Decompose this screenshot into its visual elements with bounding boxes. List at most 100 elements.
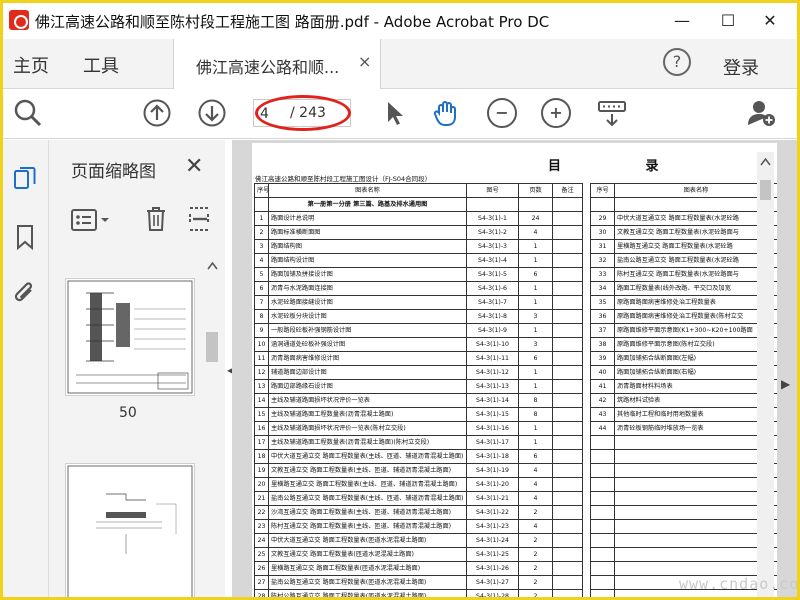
table-cell: 2	[518, 589, 553, 597]
table-cell	[590, 505, 615, 520]
table-row: 10 涵洞通道处砼板补强设计图 S4-3(1)-10 3	[254, 337, 583, 352]
table-cell: 35	[590, 295, 615, 310]
document-scroll-thumb[interactable]	[760, 180, 771, 200]
table-cell: S4-3(1)-18	[466, 449, 519, 464]
navigation-rail	[3, 140, 49, 597]
table-cell	[552, 295, 583, 310]
table-cell: 16	[254, 421, 269, 436]
table-cell: 辅道路面边部设计图	[268, 365, 467, 380]
table-cell: 9	[254, 323, 269, 338]
table-cell: 2	[518, 561, 553, 576]
table-cell: 41	[590, 379, 615, 394]
zoom-out-button[interactable]: −	[487, 98, 517, 128]
page-number-input[interactable]	[260, 104, 288, 124]
table-cell: 原路面路面病害维修处治工程数量表	[614, 295, 777, 310]
close-panel-button[interactable]: ✕	[185, 154, 203, 179]
thumbnail-panel-title: 页面缩略图	[71, 162, 156, 182]
table-cell: 10	[254, 337, 269, 352]
table-cell: S4-3(1)-28	[466, 589, 519, 597]
table-row: 15 主线及辅道路面工程数量表(沥青混凝土路面) S4-3(1)-15 8	[254, 407, 583, 422]
tab-document[interactable]: 佛江高速公路和顺... ×	[173, 39, 381, 89]
table-cell: 文教互通立交 路面工程数量表(主线、匝道、辅道沥青混凝土路面)	[268, 463, 467, 478]
toc-table-right-body: 序号 图表名称 29 中伏大道互通立交 路面工程数量表(水泥砼路 30 文教互通立交 路面…	[590, 183, 777, 597]
page-thumbnail[interactable]	[65, 278, 195, 396]
table-cell: S4-3(1)-14	[466, 393, 519, 408]
next-page-icon[interactable]	[197, 98, 227, 128]
table-cell: 路面边部路缘石设计图	[268, 379, 467, 394]
menu-bar: 主页 工具 佛江高速公路和顺... × ? 登录	[3, 39, 797, 89]
table-cell	[552, 309, 583, 324]
title-bar: 佛江高速公路和顺至陈村段工程施工图 路面册.pdf - Adobe Acroba…	[3, 3, 797, 39]
table-cell: 2	[518, 575, 553, 590]
table-cell: S4-3(1)-8	[466, 309, 519, 324]
minimize-button[interactable]: —	[659, 6, 705, 36]
previous-page-icon[interactable]	[142, 98, 172, 128]
document-scrollbar[interactable]	[757, 152, 774, 597]
toc-table-right: 序号 图表名称 29 中伏大道互通立交 路面工程数量表(水泥砼路 30 文教互通立交 路面…	[590, 183, 777, 597]
table-cell: 1	[518, 295, 553, 310]
table-cell	[590, 533, 615, 548]
table-cell: 26	[254, 561, 269, 576]
close-tab-button[interactable]: ×	[358, 52, 371, 71]
table-header-row: 序号 图表名称	[590, 183, 777, 198]
thumbnail-drawing	[67, 465, 193, 597]
table-cell: 23	[254, 519, 269, 534]
table-cell: 图表名称	[268, 183, 467, 198]
table-cell	[590, 547, 615, 562]
table-cell: 4	[518, 463, 553, 478]
hand-tool-icon[interactable]	[431, 98, 461, 128]
thumbnail-scrollbar[interactable]	[204, 258, 221, 597]
table-cell: S4-3(1)-15	[466, 407, 519, 422]
table-cell	[552, 379, 583, 394]
maximize-button[interactable]: ☐	[705, 6, 751, 36]
table-cell	[552, 351, 583, 366]
table-cell	[466, 197, 519, 212]
table-cell	[518, 197, 553, 212]
document-viewer[interactable]: 目 录 佛江高速公路和顺至陈村段工程施工图设计（FJ-S04合同段） 序号 图表名…	[232, 140, 797, 597]
table-cell: S4-3(1)-20	[466, 477, 519, 492]
thumbnail-scroll-thumb[interactable]	[206, 332, 218, 362]
table-row	[590, 491, 777, 506]
bookmark-icon[interactable]	[12, 224, 38, 250]
page-thumbnail[interactable]	[65, 463, 195, 597]
login-button[interactable]: 登录	[723, 54, 759, 80]
table-cell: 28	[254, 589, 269, 597]
add-user-icon[interactable]	[747, 98, 777, 128]
attachment-icon[interactable]	[12, 280, 38, 306]
table-cell: 11	[254, 351, 269, 366]
page-thumbnails-icon[interactable]	[12, 166, 38, 192]
expand-right-panel-icon[interactable]: ▶	[781, 377, 790, 391]
table-cell: S4-3(1)-19	[466, 463, 519, 478]
thumbnail-options-icon[interactable]	[71, 208, 115, 234]
help-icon[interactable]: ?	[663, 48, 691, 76]
keyboard-download-icon[interactable]	[597, 98, 627, 128]
extract-page-icon[interactable]	[187, 206, 213, 232]
table-row	[590, 505, 777, 520]
table-cell	[614, 561, 777, 576]
table-cell	[552, 365, 583, 380]
table-cell: S4-3(1)-24	[466, 533, 519, 548]
table-cell: 8	[518, 393, 553, 408]
table-cell: 8	[518, 407, 553, 422]
zoom-search-icon[interactable]	[13, 98, 43, 128]
table-cell: 1	[518, 365, 553, 380]
table-row: 9 一般路段砼板补强钢筋设计图 S4-3(1)-9 1	[254, 323, 583, 338]
table-cell: 原路面维修平面示意图(陈村立交段)	[614, 337, 777, 352]
toc-heading: 目 录	[548, 159, 699, 174]
table-cell: S4-3(1)-16	[466, 421, 519, 436]
zoom-in-button[interactable]: +	[541, 98, 571, 128]
table-cell: 序号	[254, 183, 269, 198]
tab-home[interactable]: 主页	[13, 52, 49, 78]
table-cell: 盐南公路互通立交 路面工程数量表(水泥砼路	[614, 253, 777, 268]
table-cell: 39	[590, 351, 615, 366]
close-window-button[interactable]: ✕	[747, 6, 793, 36]
scroll-up-icon[interactable]	[760, 158, 771, 166]
tab-tools[interactable]: 工具	[83, 52, 119, 78]
scroll-up-icon[interactable]	[207, 262, 218, 270]
table-row: 23 陈村互通立交 路面工程数量表(主线、匝道、辅道沥青混凝土路面) S4-3(1)…	[254, 519, 583, 534]
select-cursor-icon[interactable]	[379, 98, 409, 128]
table-cell: 沙湾互通立交 路面工程数量表(主线、匝道、辅道沥青混凝土路面)	[268, 505, 467, 520]
table-cell	[590, 449, 615, 464]
delete-page-icon[interactable]	[145, 206, 167, 232]
table-cell	[552, 421, 583, 436]
